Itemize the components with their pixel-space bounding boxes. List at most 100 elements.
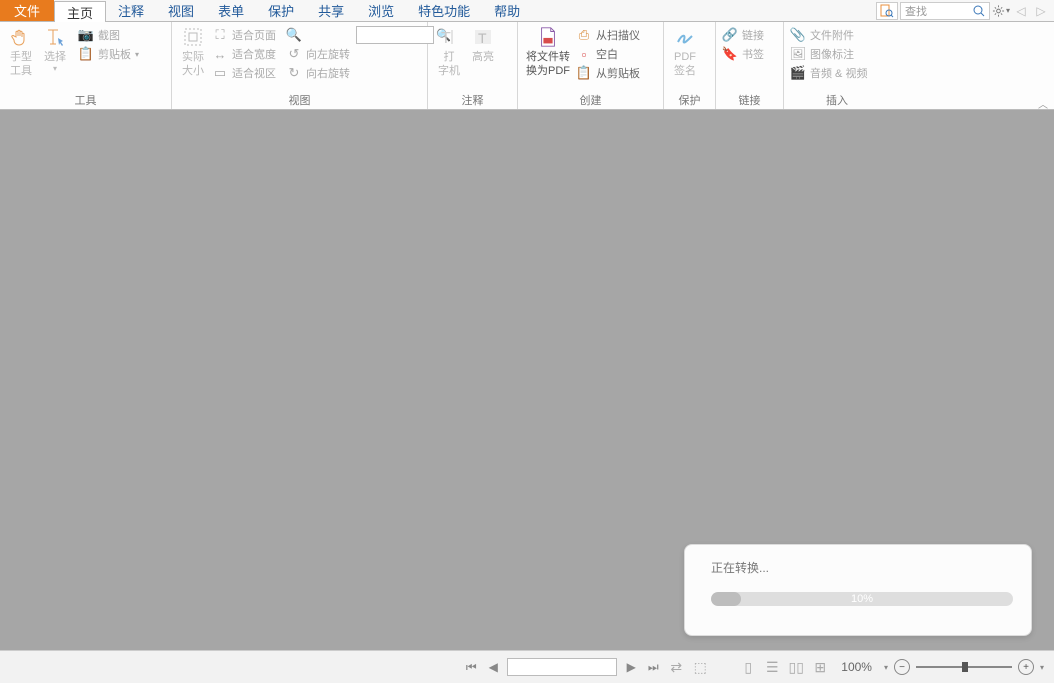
pdf-sign-button[interactable]: PDF 签名	[668, 24, 702, 81]
from-scanner-label: 从扫描仪	[596, 27, 640, 43]
clipboard-icon: 📋	[78, 46, 94, 62]
reading-mode-button[interactable]: ⬚	[691, 658, 709, 676]
menu-tab-browse[interactable]: 浏览	[356, 0, 406, 21]
clipboard-button[interactable]: 📋剪贴板▾	[76, 45, 141, 63]
rotate-left-label: 向左旋转	[306, 46, 350, 62]
zoom-slider-thumb[interactable]	[962, 662, 968, 672]
bookmark-button[interactable]: 🔖书签	[720, 45, 766, 63]
zoom-out-button[interactable]: 🔍	[284, 26, 352, 44]
last-page-button[interactable]: ⏭	[645, 659, 661, 675]
clipboard-label: 剪贴板	[98, 46, 131, 62]
fit-page-icon: ⛶	[212, 27, 228, 43]
text-select-icon	[44, 26, 66, 48]
highlight-button[interactable]: T 高亮	[466, 24, 500, 66]
first-page-button[interactable]: ⏮	[463, 659, 479, 675]
progress-percent: 10%	[711, 592, 1013, 606]
rotate-right-button[interactable]: ↻向右旋转	[284, 64, 352, 82]
menu-tab-home[interactable]: 主页	[54, 1, 106, 22]
zoom-out-button[interactable]: −	[894, 659, 910, 675]
attachment-label: 文件附件	[810, 27, 854, 43]
blank-button[interactable]: ▫空白	[574, 45, 642, 63]
nav-back-button[interactable]: ◁	[1012, 2, 1030, 20]
zoom-dropdown-icon[interactable]: ▾	[884, 663, 888, 672]
svg-text:T: T	[478, 30, 487, 46]
search-input[interactable]: 查找	[900, 2, 990, 20]
actual-size-button[interactable]: 实际 大小	[176, 24, 210, 81]
group-label-view: 视图	[176, 90, 423, 109]
nav-forward-button[interactable]: ▷	[1032, 2, 1050, 20]
facing-button[interactable]: ▯▯	[787, 658, 805, 676]
camera-icon: 📷	[78, 27, 94, 43]
from-clipboard-button[interactable]: 📋从剪贴板	[574, 64, 642, 82]
single-page-icon: ▯	[744, 659, 752, 676]
from-scanner-button[interactable]: ⎙从扫描仪	[574, 26, 642, 44]
continuous-button[interactable]: ☰	[763, 658, 781, 676]
scanner-icon: ⎙	[576, 27, 592, 43]
status-bar: ⏮ ◀ ▶ ⏭ ⇄ ⬚ ▯ ☰ ▯▯ ⊞ 100% ▾ − + ▾	[0, 650, 1054, 683]
menu-tab-help[interactable]: 帮助	[482, 0, 532, 21]
hand-tool-button[interactable]: 手型 工具	[4, 24, 38, 81]
rotate-right-label: 向右旋转	[306, 65, 350, 81]
chevron-down-icon: ▾	[53, 64, 57, 74]
ribbon-group-protect: PDF 签名 保护	[664, 22, 716, 109]
single-page-button[interactable]: ▯	[739, 658, 757, 676]
reading-icon: ⬚	[694, 659, 707, 676]
highlight-icon: T	[472, 26, 494, 48]
typewriter-button[interactable]: T 打 字机	[432, 24, 466, 81]
convert-to-pdf-button[interactable]: 将文件转 换为PDF	[522, 24, 574, 81]
menu-tab-form[interactable]: 表单	[206, 0, 256, 21]
group-label-insert: 插入	[788, 90, 886, 109]
chevron-down-icon: ▾	[1006, 6, 1010, 15]
menu-tab-share[interactable]: 共享	[306, 0, 356, 21]
ribbon-group-create: 将文件转 换为PDF ⎙从扫描仪 ▫空白 📋从剪贴板 创建	[518, 22, 664, 109]
typewriter-label: 打 字机	[438, 50, 460, 79]
ribbon-group-tools: 手型 工具 选择 ▾ 📷截图 📋剪贴板▾ 工具	[0, 22, 172, 109]
settings-button[interactable]: ▾	[992, 2, 1010, 20]
zoom-in-button[interactable]: +	[1018, 659, 1034, 675]
conversion-progress-popup: 正在转换... 10%	[684, 544, 1032, 636]
file-attachment-button[interactable]: 📎文件附件	[788, 26, 869, 44]
select-tool-button[interactable]: 选择 ▾	[38, 24, 72, 77]
fit-visible-icon: ▭	[212, 65, 228, 81]
fit-visible-button[interactable]: ▭适合视区	[210, 64, 278, 82]
reflow-button[interactable]: ⇄	[667, 658, 685, 676]
progress-bar: 10%	[711, 592, 1013, 606]
menu-tab-protect[interactable]: 保护	[256, 0, 306, 21]
minus-icon: −	[899, 662, 905, 673]
fit-page-button[interactable]: ⛶适合页面	[210, 26, 278, 44]
menu-tab-special[interactable]: 特色功能	[406, 0, 482, 21]
ribbon-collapse-button[interactable]: ︿	[1038, 96, 1048, 111]
pdf-file-icon	[537, 26, 559, 48]
screenshot-button[interactable]: 📷截图	[76, 26, 141, 44]
clipboard-pdf-icon: 📋	[576, 65, 592, 81]
menu-file[interactable]: 文件	[0, 0, 54, 21]
fit-visible-label: 适合视区	[232, 65, 276, 81]
audio-video-button[interactable]: 🎬音频 & 视频	[788, 64, 869, 82]
continuous-facing-button[interactable]: ⊞	[811, 658, 829, 676]
image-annotation-button[interactable]: 🖼图像标注	[788, 45, 869, 63]
advanced-search-button[interactable]	[876, 2, 898, 20]
prev-page-button[interactable]: ◀	[485, 659, 501, 675]
next-page-button[interactable]: ▶	[623, 659, 639, 675]
menu-tab-annotate[interactable]: 注释	[106, 0, 156, 21]
group-label-tools: 工具	[4, 90, 167, 109]
zoom-slider[interactable]	[916, 660, 1012, 674]
zoom-combo[interactable]	[356, 26, 434, 44]
zoom-menu-icon[interactable]: ▾	[1040, 663, 1044, 672]
triangle-left-icon: ◁	[1016, 4, 1025, 18]
ribbon-group-links: 🔗链接 🔖书签 链接	[716, 22, 784, 109]
blank-label: 空白	[596, 46, 618, 62]
rotate-left-button[interactable]: ↺向左旋转	[284, 45, 352, 63]
first-page-icon: ⏮	[466, 660, 477, 675]
zoom-level-text: 100%	[835, 660, 878, 674]
bookmark-label: 书签	[742, 46, 764, 62]
select-tool-label: 选择	[44, 50, 66, 64]
fit-width-button[interactable]: ↔适合宽度	[210, 45, 278, 63]
actual-size-icon	[182, 26, 204, 48]
page-number-combo[interactable]	[507, 658, 617, 676]
link-button[interactable]: 🔗链接	[720, 26, 766, 44]
menu-tab-view[interactable]: 视图	[156, 0, 206, 21]
ribbon: 手型 工具 选择 ▾ 📷截图 📋剪贴板▾ 工具 实际 大小 ⛶适合页面 ↔适合宽…	[0, 22, 1054, 110]
group-label-protect: 保护	[668, 90, 711, 109]
fit-width-label: 适合宽度	[232, 46, 276, 62]
